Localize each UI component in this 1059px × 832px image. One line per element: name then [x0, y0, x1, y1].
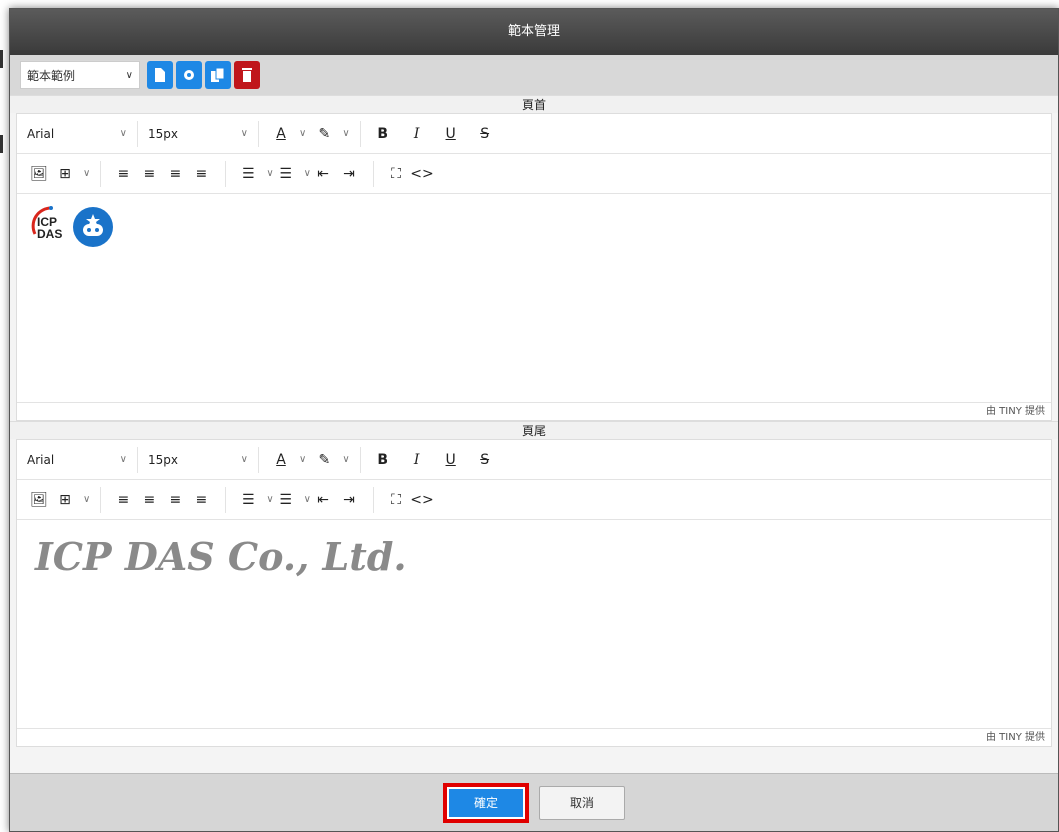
- font-color-button[interactable]: A: [269, 447, 293, 473]
- font-family-select[interactable]: Arial ∨: [27, 447, 127, 473]
- delete-template-button[interactable]: [234, 61, 260, 89]
- chevron-down-icon[interactable]: ∨: [266, 494, 273, 505]
- font-family-select[interactable]: Arial ∨: [27, 121, 127, 147]
- template-select[interactable]: 範本範例 ∨: [20, 61, 140, 89]
- copy-template-button[interactable]: [205, 61, 231, 89]
- font-size-value: 15px: [148, 452, 178, 467]
- copy-icon: [211, 68, 225, 82]
- footer-toolbar-row-2: 🖼 ⊞ ∨ ≡ ≡ ≡ ≡ ☰ ∨ ☰ ∨ ⇤ ⇥ ⛶ <>: [17, 480, 1051, 520]
- chevron-down-icon: ∨: [240, 454, 248, 465]
- strikethrough-button[interactable]: S: [473, 447, 497, 473]
- header-section-label: 頁首: [10, 95, 1058, 113]
- confirm-button[interactable]: 確定: [449, 788, 523, 817]
- dialog-footer: 確定 取消: [10, 773, 1058, 831]
- align-justify-icon[interactable]: ≡: [189, 487, 213, 513]
- new-template-button[interactable]: [147, 61, 173, 89]
- footer-editor: Arial ∨ 15px ∨ A ∨ ✎ ∨ B I U S 🖼 ⊞ ∨ ≡ ≡…: [16, 439, 1052, 747]
- align-right-icon[interactable]: ≡: [163, 161, 187, 187]
- trash-icon: [242, 68, 252, 82]
- chevron-down-icon: ∨: [119, 454, 127, 465]
- header-status-bar: 由 TINY 提供: [17, 402, 1051, 420]
- chevron-down-icon[interactable]: ∨: [304, 494, 311, 505]
- chevron-down-icon: ∨: [125, 69, 133, 81]
- confirm-button-highlight: 確定: [443, 782, 529, 823]
- header-toolbar-row-2: 🖼 ⊞ ∨ ≡ ≡ ≡ ≡ ☰ ∨ ☰ ∨ ⇤ ⇥ ⛶ <>: [17, 154, 1051, 194]
- template-settings-button[interactable]: [176, 61, 202, 89]
- header-content-area[interactable]: ICP DAS: [17, 194, 1051, 402]
- italic-button[interactable]: I: [405, 121, 429, 147]
- image-icon[interactable]: 🖼: [27, 487, 51, 513]
- background-line: [0, 135, 3, 153]
- highlight-color-button[interactable]: ✎: [312, 121, 336, 147]
- chevron-down-icon[interactable]: ∨: [83, 494, 90, 505]
- italic-button[interactable]: I: [405, 447, 429, 473]
- chevron-down-icon[interactable]: ∨: [342, 128, 349, 139]
- underline-button[interactable]: U: [439, 121, 463, 147]
- bold-button[interactable]: B: [371, 447, 395, 473]
- numbered-list-icon[interactable]: ☰: [274, 487, 298, 513]
- footer-status-bar: 由 TINY 提供: [17, 728, 1051, 746]
- header-toolbar-row-1: Arial ∨ 15px ∨ A ∨ ✎ ∨ B I U S: [17, 114, 1051, 154]
- table-icon[interactable]: ⊞: [53, 487, 77, 513]
- outdent-icon[interactable]: ⇤: [311, 487, 335, 513]
- indent-icon[interactable]: ⇥: [337, 487, 361, 513]
- font-size-select[interactable]: 15px ∨: [148, 447, 248, 473]
- chevron-down-icon[interactable]: ∨: [299, 454, 306, 465]
- header-editor: Arial ∨ 15px ∨ A ∨ ✎ ∨ B I U S 🖼 ⊞ ∨ ≡ ≡…: [16, 113, 1052, 421]
- align-center-icon[interactable]: ≡: [137, 487, 161, 513]
- fullscreen-icon[interactable]: ⛶: [384, 161, 408, 187]
- source-code-icon[interactable]: <>: [410, 161, 434, 187]
- image-icon[interactable]: 🖼: [27, 161, 51, 187]
- align-left-icon[interactable]: ≡: [111, 161, 135, 187]
- footer-company-text: ICP DAS Co., Ltd.: [35, 534, 407, 579]
- bullet-list-icon[interactable]: ☰: [236, 487, 260, 513]
- dialog-title: 範本管理: [10, 9, 1058, 55]
- bold-button[interactable]: B: [371, 121, 395, 147]
- chevron-down-icon[interactable]: ∨: [304, 168, 311, 179]
- strikethrough-button[interactable]: S: [473, 121, 497, 147]
- align-right-icon[interactable]: ≡: [163, 487, 187, 513]
- chevron-down-icon[interactable]: ∨: [299, 128, 306, 139]
- footer-content-area[interactable]: ICP DAS Co., Ltd.: [17, 520, 1051, 728]
- underline-button[interactable]: U: [439, 447, 463, 473]
- font-family-value: Arial: [27, 126, 55, 141]
- font-color-button[interactable]: A: [269, 121, 293, 147]
- new-file-icon: [155, 68, 165, 82]
- chevron-down-icon[interactable]: ∨: [83, 168, 90, 179]
- background-line: [0, 50, 3, 68]
- font-family-value: Arial: [27, 452, 55, 467]
- bullet-list-icon[interactable]: ☰: [236, 161, 260, 187]
- align-left-icon[interactable]: ≡: [111, 487, 135, 513]
- chevron-down-icon[interactable]: ∨: [266, 168, 273, 179]
- numbered-list-icon[interactable]: ☰: [274, 161, 298, 187]
- source-code-icon[interactable]: <>: [410, 487, 434, 513]
- chevron-down-icon: ∨: [119, 128, 127, 139]
- fullscreen-icon[interactable]: ⛶: [384, 487, 408, 513]
- icp-das-logo-icon: ICP DAS: [29, 204, 71, 250]
- cancel-button[interactable]: 取消: [539, 785, 625, 820]
- font-size-select[interactable]: 15px ∨: [148, 121, 248, 147]
- robot-logo-icon: [73, 207, 113, 247]
- table-icon[interactable]: ⊞: [53, 161, 77, 187]
- chevron-down-icon: ∨: [240, 128, 248, 139]
- font-size-value: 15px: [148, 126, 178, 141]
- chevron-down-icon[interactable]: ∨: [342, 454, 349, 465]
- template-toolbar: 範本範例 ∨: [10, 55, 1058, 95]
- outdent-icon[interactable]: ⇤: [311, 161, 335, 187]
- footer-toolbar-row-1: Arial ∨ 15px ∨ A ∨ ✎ ∨ B I U S: [17, 440, 1051, 480]
- highlight-color-button[interactable]: ✎: [312, 447, 336, 473]
- align-justify-icon[interactable]: ≡: [189, 161, 213, 187]
- gear-icon: [184, 70, 194, 80]
- template-manager-dialog: 範本管理 範本範例 ∨ 頁首 Arial ∨ 15px ∨ A ∨ ✎ ∨ B …: [9, 8, 1059, 832]
- footer-section-label: 頁尾: [10, 421, 1058, 439]
- align-center-icon[interactable]: ≡: [137, 161, 161, 187]
- logo-text-das: DAS: [37, 227, 63, 241]
- template-select-value: 範本範例: [27, 68, 76, 83]
- indent-icon[interactable]: ⇥: [337, 161, 361, 187]
- company-logo: ICP DAS: [29, 204, 113, 250]
